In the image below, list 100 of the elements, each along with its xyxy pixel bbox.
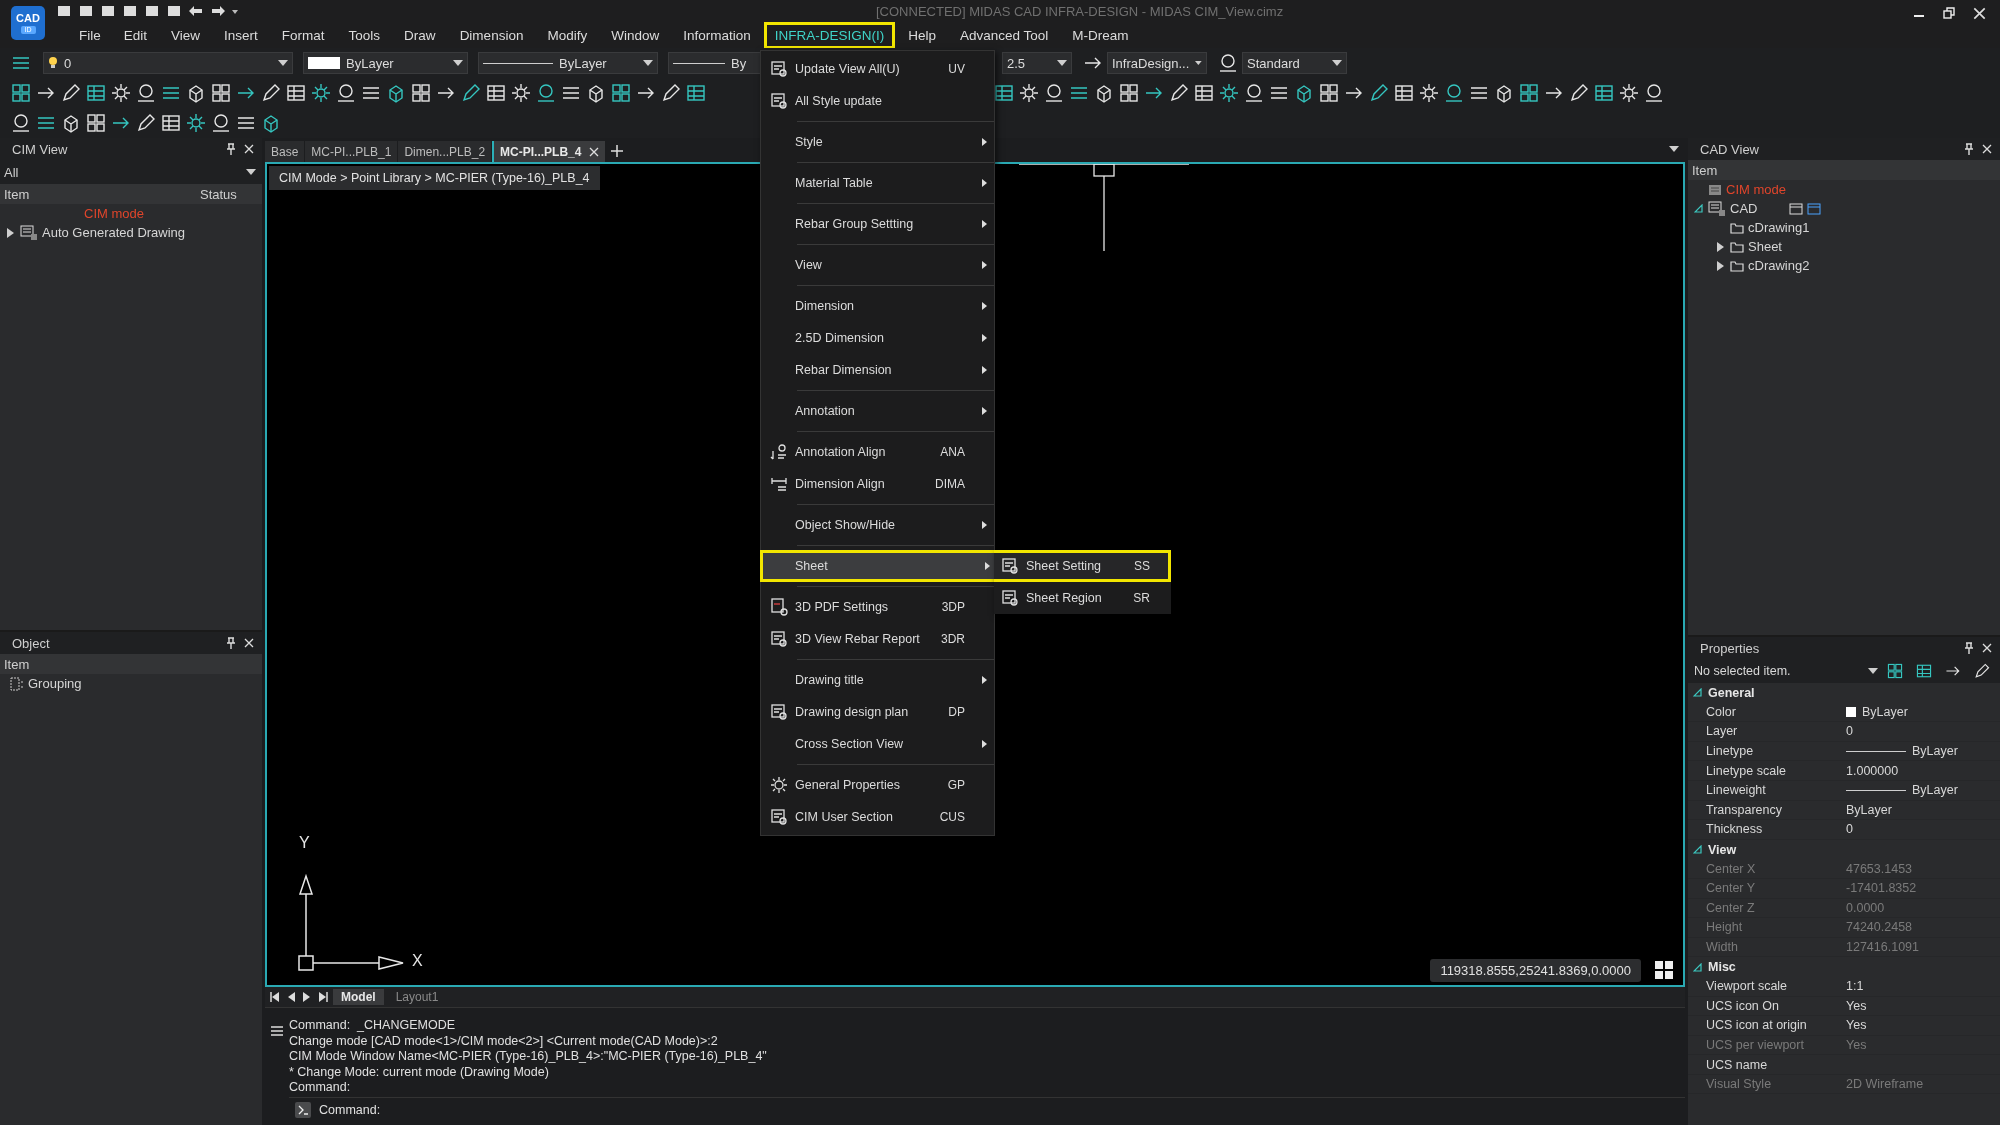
caret-icon[interactable] — [643, 60, 653, 66]
bulb-icon[interactable] — [48, 57, 58, 69]
menu-icon[interactable] — [271, 1026, 283, 1036]
tree-item[interactable]: CIM mode — [1726, 182, 1786, 197]
menu-item[interactable]: Edit — [112, 21, 159, 49]
undo-icon[interactable] — [188, 4, 204, 18]
expander-icon[interactable] — [6, 227, 14, 238]
gear-icon[interactable] — [185, 112, 207, 134]
table-icon[interactable] — [685, 82, 707, 104]
pin-icon[interactable] — [226, 637, 236, 649]
document-tab[interactable]: MC-PI...PLB_1 — [305, 141, 398, 162]
grid-icon[interactable] — [1318, 82, 1340, 104]
property-value[interactable]: Yes — [1846, 1018, 2000, 1033]
close-icon[interactable] — [1982, 144, 1992, 154]
menu-item[interactable]: Style — [760, 126, 994, 158]
table-icon[interactable] — [160, 112, 182, 134]
menu-item[interactable]: File — [68, 21, 112, 49]
caret-icon[interactable] — [1868, 668, 1878, 674]
menu-item[interactable]: Drawing title — [760, 664, 994, 696]
pencil-icon[interactable] — [1568, 82, 1590, 104]
menu-item[interactable]: View — [160, 21, 212, 49]
circle-icon[interactable] — [535, 82, 557, 104]
menu-item[interactable]: Modify — [536, 21, 599, 49]
menu-item[interactable]: Advanced Tool — [949, 21, 1060, 49]
menu-item[interactable]: General Properties GP — [760, 769, 994, 801]
pin-icon[interactable] — [1964, 143, 1974, 155]
circle-icon[interactable] — [1043, 82, 1065, 104]
menu-item[interactable]: Draw — [393, 21, 447, 49]
grid-icon[interactable] — [610, 82, 632, 104]
menu-item[interactable]: Tools — [337, 21, 392, 49]
grid-icon[interactable] — [85, 112, 107, 134]
text-height-dropdown[interactable]: 2.5 — [1002, 52, 1072, 74]
linetype-dropdown[interactable]: ByLayer — [478, 52, 658, 74]
circle-icon[interactable] — [1643, 82, 1665, 104]
menu-item[interactable]: CIM User Section CUS — [760, 801, 994, 833]
expander-icon[interactable] — [1693, 962, 1702, 972]
caret-icon[interactable] — [453, 60, 463, 66]
grid-icon[interactable] — [1655, 961, 1673, 979]
menu-item[interactable]: Sheet Region SR — [994, 582, 1171, 614]
tree-item[interactable]: CIM mode — [84, 206, 144, 221]
menu-item[interactable]: All Style update — [760, 85, 994, 117]
pencil-icon[interactable] — [135, 112, 157, 134]
color-dropdown[interactable]: ByLayer — [303, 52, 468, 74]
grid-icon[interactable] — [1518, 82, 1540, 104]
circle-icon[interactable] — [1217, 52, 1239, 74]
layout-tab[interactable]: Layout1 — [387, 989, 447, 1005]
tree-item[interactable]: Auto Generated Drawing — [42, 225, 186, 240]
tree-item[interactable]: Grouping — [28, 676, 82, 691]
filter-dropdown[interactable]: All — [0, 160, 262, 184]
table-icon[interactable] — [85, 82, 107, 104]
menu-item[interactable]: Rebar Group Settting — [760, 208, 994, 240]
property-value[interactable]: 1:1 — [1846, 979, 2000, 994]
tree-item[interactable]: CAD — [1730, 201, 1758, 216]
document-tab[interactable]: Dimen...PLB_2 — [398, 141, 492, 162]
close-icon[interactable] — [1973, 6, 1986, 20]
caret-icon[interactable] — [1332, 60, 1342, 66]
restore-icon[interactable] — [1943, 6, 1955, 19]
document-tab[interactable]: Base — [265, 141, 305, 162]
menu-item[interactable]: Sheet Setting SS — [994, 550, 1171, 582]
gear-icon[interactable] — [1218, 82, 1240, 104]
table-icon[interactable] — [1193, 82, 1215, 104]
property-value[interactable]: ByLayer — [1846, 744, 2000, 759]
caret-icon[interactable] — [1195, 60, 1202, 66]
grid-icon[interactable] — [10, 82, 32, 104]
menu-item[interactable]: Information — [672, 21, 762, 49]
caret-icon[interactable] — [1057, 60, 1067, 66]
table-icon[interactable] — [285, 82, 307, 104]
menu-item[interactable]: Insert — [213, 21, 269, 49]
menu-item[interactable]: View — [760, 249, 994, 281]
close-icon[interactable] — [244, 638, 254, 648]
redo-icon[interactable] — [210, 4, 226, 18]
menu-item[interactable]: M-Dream — [1061, 21, 1140, 49]
circle-icon[interactable] — [335, 82, 357, 104]
pencil-icon[interactable] — [460, 82, 482, 104]
menu-item[interactable]: Format — [270, 21, 336, 49]
menu-item[interactable]: Material Table — [760, 167, 994, 199]
expander-icon[interactable] — [1716, 241, 1724, 252]
close-icon[interactable] — [589, 146, 600, 157]
caret-icon[interactable] — [232, 10, 238, 14]
pin-icon[interactable] — [1964, 642, 1974, 654]
menu-item[interactable]: 3D PDF Settings 3DP — [760, 591, 994, 623]
menu-item[interactable]: Rebar Dimension — [760, 354, 994, 386]
grid-icon[interactable] — [1886, 662, 1904, 680]
expander-icon[interactable] — [1693, 204, 1703, 213]
command-input[interactable]: Command: — [319, 1102, 381, 1117]
pencil-icon[interactable] — [1168, 82, 1190, 104]
tree-item[interactable]: Sheet — [1748, 239, 1782, 254]
caret-icon[interactable] — [246, 169, 256, 175]
first-icon[interactable] — [269, 991, 281, 1003]
expander-icon[interactable] — [1716, 260, 1724, 271]
menu-item[interactable]: Cross Section View — [760, 728, 994, 760]
property-value[interactable]: ByLayer — [1846, 802, 2000, 817]
circle-icon[interactable] — [210, 112, 232, 134]
property-value[interactable]: ByLayer — [1846, 704, 2000, 719]
property-value[interactable]: ByLayer — [1846, 783, 2000, 798]
pencil-icon[interactable] — [1973, 662, 1991, 680]
circle-icon[interactable] — [10, 112, 32, 134]
menu-item[interactable]: Dimension — [760, 290, 994, 322]
property-value[interactable]: 0 — [1846, 822, 2000, 837]
expander-icon[interactable] — [1693, 688, 1702, 698]
